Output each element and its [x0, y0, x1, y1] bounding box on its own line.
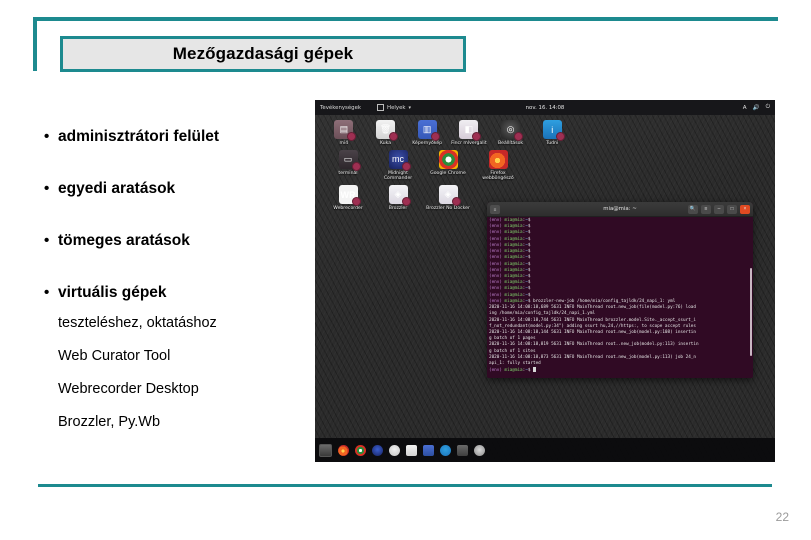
embedded-desktop-screenshot: Tevékenységek Helyek ▾ nov. 16. 14:08 A …: [315, 100, 775, 462]
desktop-icon-row: ▤ mi4 🗑 Kuka ▥ Képernyőkép ◧ Fincr mlver…: [323, 120, 573, 147]
trash-icon: 🗑: [376, 120, 398, 141]
desktop-icon-label: Tudni: [546, 141, 559, 146]
bullet-marker: •: [44, 180, 50, 198]
terminal-window[interactable]: ≡ mia@mia: ~ 🔍 ≡ – □ × (env) mia@mia:~$ …: [487, 202, 753, 378]
bullet-marker: •: [44, 232, 50, 250]
terminal-icon: ▭: [338, 149, 361, 171]
settings-icon: ◎: [501, 120, 524, 141]
decorative-bottom-rule: [38, 484, 772, 487]
list-item: • tömeges aratások: [44, 232, 314, 249]
brozzler-icon: ◈: [388, 185, 411, 207]
desktop-icon[interactable]: Google Chrome: [423, 149, 473, 182]
desktop-icon-label: Fincr mlvergalit: [451, 141, 487, 146]
page-title: Mezőgazdasági gépek: [172, 44, 354, 63]
volume-icon[interactable]: 🔊: [753, 105, 760, 111]
desktop-icon-label: Kuka: [379, 141, 392, 146]
webrecorder-icon: WR: [338, 185, 361, 207]
desktop-icon-label: Brozzler No Docker: [426, 206, 470, 212]
desktop-icon[interactable]: i Tudni: [531, 120, 573, 147]
accessibility-icon[interactable]: A: [743, 105, 747, 111]
bullet-text: egyedi aratások: [58, 180, 176, 198]
firefox-icon: [488, 149, 508, 169]
terminal-line: (env) mia@mia:~$: [489, 367, 751, 374]
dock-item-software[interactable]: [457, 444, 468, 456]
terminal-titlebar[interactable]: ≡ mia@mia: ~ 🔍 ≡ – □ ×: [487, 202, 753, 217]
bullet-text: adminisztrátori felület: [58, 128, 220, 145]
bullet-marker: •: [44, 128, 50, 145]
screenshot-icon: ▥: [417, 120, 440, 141]
menu-icon[interactable]: ≡: [701, 204, 711, 214]
desktop-icon[interactable]: ◈ Brozzler No Docker: [423, 185, 473, 212]
desktop-icon-label: Midnight Commander: [383, 170, 413, 182]
gnome-top-panel: Tevékenységek Helyek ▾ nov. 16. 14:08 A …: [315, 100, 775, 115]
midnight-commander-icon: mc: [388, 149, 411, 171]
desktop-icon-label: Firefox webböngésző: [482, 170, 514, 182]
terminal-cursor: [533, 367, 536, 372]
desktop-icon-label: Webrecorder: [333, 206, 363, 212]
desktop-icon[interactable]: ◎ Beállítások: [490, 120, 532, 147]
dock-item-thunderbird[interactable]: [372, 444, 383, 456]
maximize-button[interactable]: □: [727, 204, 737, 214]
desktop-icon[interactable]: ▥ Képernyőkép: [406, 120, 448, 147]
title-box: Mezőgazdasági gépek: [60, 36, 466, 72]
desktop-icon[interactable]: WR Webrecorder: [323, 185, 373, 212]
desktop-icon[interactable]: ◈ Brozzler: [373, 185, 423, 212]
power-icon[interactable]: ⏻: [766, 104, 770, 111]
dock-item-help[interactable]: [440, 444, 451, 456]
folder-icon: ▤: [334, 120, 357, 141]
close-button[interactable]: ×: [740, 204, 750, 214]
sub-line: Brozzler, Py.Wb: [58, 414, 161, 431]
slide-canvas: Mezőgazdasági gépek • adminisztrátori fe…: [0, 0, 811, 540]
desktop-icon[interactable]: mc Midnight Commander: [373, 149, 423, 182]
dock-item-firefox[interactable]: [338, 444, 349, 456]
info-icon: i: [542, 120, 565, 141]
bullet-text: tömeges aratások: [58, 232, 190, 250]
desktop-icon-label: Beállítások: [497, 141, 524, 146]
list-item: • egyedi aratások: [44, 180, 314, 197]
desktop-icon-grid: ▤ mi4 🗑 Kuka ▥ Képernyőkép ◧ Fincr mlver…: [323, 120, 573, 215]
page-number: 22: [775, 510, 789, 524]
decorative-frame-left: [33, 17, 37, 71]
desktop-icon-label: Képernyőkép: [412, 141, 443, 146]
decorative-frame-top: [33, 17, 778, 21]
desktop-icon[interactable]: ▤ mi4: [323, 120, 365, 147]
dock-item-chrome[interactable]: [355, 444, 366, 456]
sub-line-list: teszteléshez, oktatáshoz Web Curator Too…: [58, 315, 314, 430]
panel-clock[interactable]: nov. 16. 14:08: [315, 105, 775, 111]
terminal-output[interactable]: (env) mia@mia:~$ (env) mia@mia:~$ (env) …: [487, 217, 753, 378]
desktop-icon[interactable]: ▭ terminál: [323, 149, 373, 182]
dock-item-disks[interactable]: [389, 444, 400, 456]
dock-item-settings[interactable]: [474, 444, 485, 456]
sub-line: Web Curator Tool: [58, 348, 171, 365]
dock-item-show-applications[interactable]: [319, 443, 332, 457]
bullet-text: virtuális gépek: [58, 284, 167, 302]
bullet-marker: •: [44, 284, 50, 302]
desktop-icon-label: Brozzler: [388, 206, 408, 212]
desktop-icon-label: Google Chrome: [430, 170, 466, 176]
bottom-dock[interactable]: [315, 438, 775, 462]
brozzler-nodocker-icon: ◈: [438, 185, 461, 207]
desktop-icon-label: mi4: [339, 141, 349, 146]
panel-status-group[interactable]: A 🔊 ⏻: [743, 104, 770, 111]
desktop-icon[interactable]: 🗑 Kuka: [365, 120, 407, 147]
desktop-icon[interactable]: Firefox webböngésző: [473, 149, 523, 182]
desktop-icon-row: ▭ terminál mc Midnight Commander Google …: [323, 149, 573, 182]
search-icon[interactable]: 🔍: [688, 204, 698, 214]
sub-line: teszteléshez, oktatáshoz: [58, 315, 217, 332]
desktop-icon-label: terminál: [338, 170, 358, 176]
chrome-icon: [438, 149, 458, 169]
find-icon: ◧: [459, 120, 482, 141]
minimize-button[interactable]: –: [714, 204, 724, 214]
bullet-list: • adminisztrátori felület • egyedi aratá…: [44, 128, 314, 430]
sub-line: Webrecorder Desktop: [58, 381, 199, 398]
list-item: • adminisztrátori felület: [44, 128, 314, 145]
desktop-icon[interactable]: ◧ Fincr mlvergalit: [448, 120, 490, 147]
list-item: • virtuális gépek: [44, 284, 314, 301]
window-controls[interactable]: 🔍 ≡ – □ ×: [688, 204, 750, 214]
dock-item-files[interactable]: [406, 444, 417, 456]
dock-item-text-editor[interactable]: [423, 444, 434, 456]
terminal-scrollbar[interactable]: [749, 268, 752, 356]
